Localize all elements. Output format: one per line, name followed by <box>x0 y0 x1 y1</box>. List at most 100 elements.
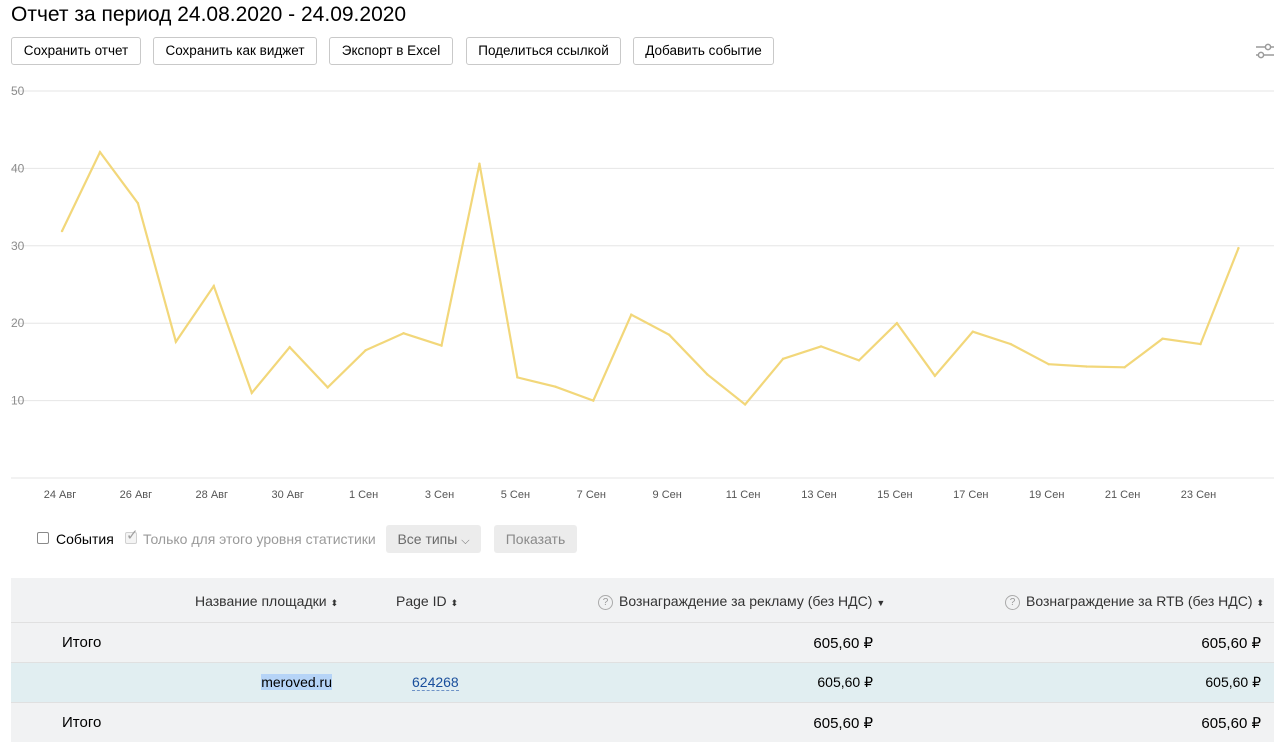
x-tick-label: 1 Сен <box>349 489 378 501</box>
x-axis-ticks: 24 Авг 26 Авг 28 Авг 30 Авг 1 Сен 3 Сен 5 Сен 7… <box>44 489 1216 501</box>
page-title: Отчет за период 24.08.2020 - 24.09.2020 <box>11 3 407 26</box>
x-tick-label: 21 Сен <box>1105 489 1140 501</box>
data-point <box>98 150 102 154</box>
total-rtb-reward: 605,60 ₽ <box>1201 635 1261 652</box>
data-point <box>668 333 671 337</box>
total-row-bottom: Итого 605,60 ₽ 605,60 ₽ <box>11 702 1274 742</box>
x-tick-label: 28 Авг <box>196 489 228 501</box>
data-point <box>516 376 519 379</box>
y-tick-label: 40 <box>11 161 25 175</box>
data-point <box>895 322 899 325</box>
total-rtb-reward: 605,60 ₽ <box>1201 715 1261 732</box>
y-tick-label: 30 <box>11 239 25 253</box>
sort-icon: ⬍ <box>330 598 339 608</box>
total-ad-reward: 605,60 ₽ <box>813 715 873 732</box>
data-point <box>971 330 974 333</box>
y-axis-ticks: 10 20 30 40 50 <box>11 85 25 408</box>
column-header-ad-reward[interactable]: ? Вознаграждение за рекламу (без НДС) ▼ <box>598 593 885 610</box>
data-point <box>819 345 823 348</box>
data-point <box>1161 337 1164 340</box>
data-point <box>364 349 367 352</box>
share-link-button[interactable]: Поделиться ссылкой <box>466 37 621 65</box>
x-tick-label: 19 Сен <box>1029 489 1064 501</box>
data-point <box>1237 246 1240 250</box>
column-header-rtb-reward[interactable]: ? Вознаграждение за RTB (без НДС) ⬍ <box>1005 593 1264 610</box>
column-header-label: Page ID <box>396 593 447 609</box>
data-point <box>478 162 481 165</box>
events-controls: События ✓ Только для этого уровня статис… <box>0 524 1280 554</box>
events-checkbox[interactable] <box>37 532 49 544</box>
sliders-icon[interactable] <box>1254 41 1276 61</box>
data-point <box>288 345 291 349</box>
rtb-reward-cell: 605,60 ₽ <box>1205 674 1261 690</box>
data-point <box>592 399 595 402</box>
column-header-label: Название площадки <box>195 593 327 609</box>
x-tick-label: 13 Сен <box>801 489 836 501</box>
sort-desc-icon: ▼ <box>876 598 886 608</box>
site-name-text: meroved.ru <box>261 674 332 690</box>
only-level-label[interactable]: Только для этого уровня статистики <box>143 531 376 547</box>
x-tick-label: 7 Сен <box>577 489 606 501</box>
show-button[interactable]: Показать <box>494 525 577 553</box>
data-point <box>743 403 747 406</box>
sort-icon: ⬍ <box>450 598 459 608</box>
x-tick-label: 30 Авг <box>271 489 303 501</box>
save-as-widget-button[interactable]: Сохранить как виджет <box>153 37 317 65</box>
data-point <box>933 374 937 378</box>
x-tick-label: 23 Сен <box>1181 489 1216 501</box>
page-id-text: 624268 <box>412 674 459 691</box>
y-tick-label: 10 <box>11 394 25 408</box>
add-event-button[interactable]: Добавить событие <box>633 37 774 65</box>
x-tick-label: 24 Авг <box>44 489 76 501</box>
column-header-page-id[interactable]: Page ID ⬍ <box>396 593 458 609</box>
ad-reward-cell: 605,60 ₽ <box>817 674 873 690</box>
line-chart: 10 20 30 40 50 24 Авг 26 Авг 28 Авг 30 Авг 1 Сен… <box>11 85 1274 501</box>
total-row-top: Итого 605,60 ₽ 605,60 ₽ <box>11 622 1274 662</box>
data-point <box>1085 365 1088 368</box>
table-header: Название площадки ⬍ Page ID ⬍ ? Вознагражде… <box>11 578 1274 622</box>
stats-table: Название площадки ⬍ Page ID ⬍ ? Вознагражде… <box>11 578 1274 742</box>
data-point <box>1009 342 1012 346</box>
export-excel-button[interactable]: Экспорт в Excel <box>329 37 453 65</box>
data-point <box>212 284 215 288</box>
data-point <box>781 357 785 361</box>
total-label: Итого <box>62 634 102 651</box>
data-point <box>60 229 64 233</box>
x-tick-label: 15 Сен <box>877 489 912 501</box>
series-line <box>61 149 1240 407</box>
help-icon[interactable]: ? <box>598 595 613 610</box>
total-ad-reward: 605,60 ₽ <box>813 635 873 652</box>
data-point <box>174 340 178 343</box>
data-point <box>857 359 861 362</box>
data-point <box>554 385 557 388</box>
sort-icon: ⬍ <box>1256 598 1265 608</box>
help-icon[interactable]: ? <box>1005 595 1020 610</box>
x-tick-label: 11 Сен <box>726 489 761 501</box>
page-id-link[interactable]: 624268 <box>412 674 459 691</box>
x-tick-label: 26 Авг <box>120 489 152 501</box>
data-point <box>136 202 140 205</box>
x-tick-label: 9 Сен <box>653 489 682 501</box>
data-point <box>1199 342 1202 346</box>
chevron-down-icon: ⌵ <box>461 535 470 547</box>
data-point <box>1123 366 1126 369</box>
events-checkbox-label[interactable]: События <box>56 531 114 547</box>
checkmark-icon: ✓ <box>126 527 139 544</box>
y-tick-label: 50 <box>11 85 25 98</box>
save-report-button[interactable]: Сохранить отчет <box>11 37 141 65</box>
column-header-label: Вознаграждение за рекламу (без НДС) <box>619 593 873 609</box>
total-label: Итого <box>62 714 102 731</box>
data-point <box>440 344 443 347</box>
event-type-value: Все типы <box>397 531 458 547</box>
y-tick-label: 20 <box>11 316 25 330</box>
x-tick-label: 3 Сен <box>425 489 454 501</box>
column-header-site-name[interactable]: Название площадки ⬍ <box>195 593 338 609</box>
x-tick-label: 17 Сен <box>953 489 988 501</box>
data-point <box>402 332 405 335</box>
data-point <box>326 386 329 389</box>
data-point <box>250 391 253 395</box>
table-row: meroved.ru 624268 605,60 ₽ 605,60 ₽ <box>11 662 1274 702</box>
data-point <box>630 313 633 316</box>
event-type-select[interactable]: Все типы ⌵ <box>386 525 481 553</box>
x-tick-label: 5 Сен <box>501 489 530 501</box>
